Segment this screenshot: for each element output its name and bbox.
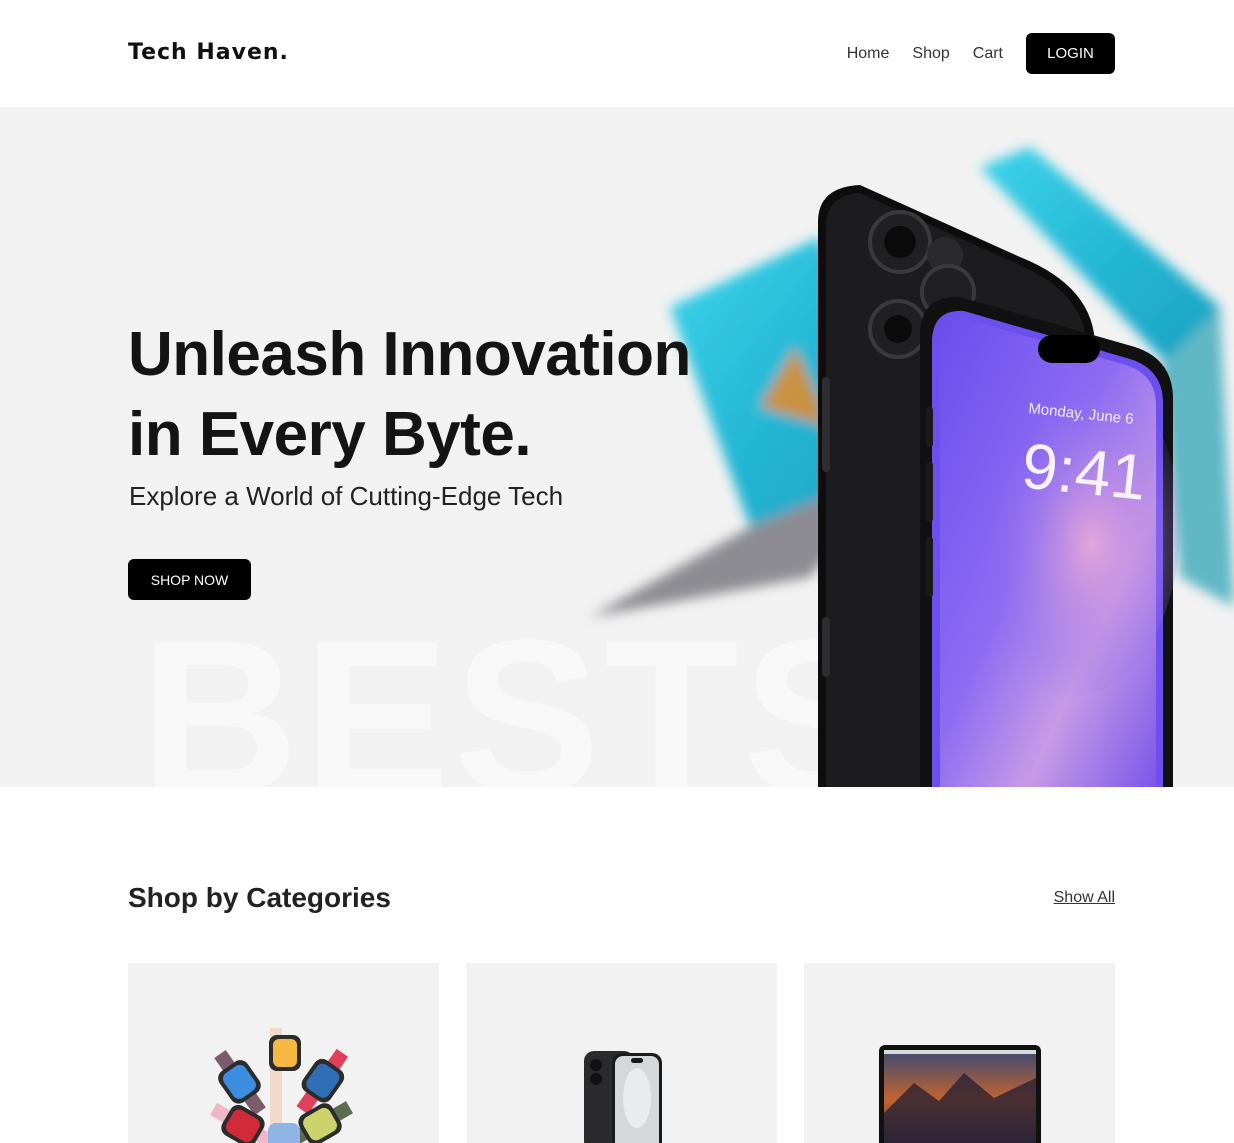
hero-title-line-1: Unleash Innovation <box>128 320 691 389</box>
nav-link-shop[interactable]: Shop <box>912 45 949 63</box>
category-card-watches[interactable] <box>128 963 439 1143</box>
hero-title-line-2: in Every Byte. <box>128 400 532 469</box>
hero-title: Unleash Innovation in Every Byte. <box>128 315 691 475</box>
categories-heading: Shop by Categories <box>128 882 391 913</box>
front-phone: Monday, June 6 9:41 <box>920 296 1180 787</box>
nav-link-cart[interactable]: Cart <box>973 45 1003 63</box>
brand-logo[interactable]: Tech Haven. <box>128 40 289 65</box>
laptop-icon <box>879 1045 1041 1143</box>
smartwatch-icon <box>210 1028 353 1143</box>
hero-banner: BESTS Monday, June 6 9:41 Unleash Innova… <box>0 107 1234 787</box>
nav-link-home[interactable]: Home <box>847 45 890 63</box>
phone-lockscreen-time: 9:41 <box>1019 429 1150 514</box>
shop-now-button[interactable]: SHOP NOW <box>128 559 251 600</box>
category-card-phones[interactable] <box>466 963 777 1143</box>
login-button[interactable]: LOGIN <box>1026 33 1115 74</box>
hero-subtitle: Explore a World of Cutting-Edge Tech <box>129 481 564 511</box>
show-all-link[interactable]: Show All <box>1054 889 1115 907</box>
smartphone-icon <box>584 1051 662 1143</box>
main-nav: Home Shop Cart LOGIN <box>847 33 1115 74</box>
category-card-laptops[interactable] <box>804 963 1115 1143</box>
site-header: Tech Haven. Home Shop Cart LOGIN <box>0 0 1234 107</box>
